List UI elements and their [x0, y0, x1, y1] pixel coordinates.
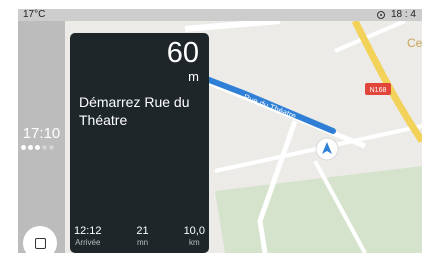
distance-stat: 10,0 km [184, 225, 205, 247]
temperature-readout: 17°C [23, 9, 46, 20]
stat-label: mn [136, 238, 149, 247]
page-dot [28, 145, 33, 150]
page-dot [21, 145, 26, 150]
page-dot [49, 145, 54, 150]
stat-value: 10,0 [183, 225, 205, 237]
stat-value: 21 [136, 225, 149, 237]
trip-stats: 12:12 Arrivée 21 mn 10,0 km [74, 225, 205, 247]
carplay-screen: 17°C 18 : 4 17:10 Rue du Théatre N168 Ce… [18, 9, 422, 253]
navigation-card[interactable]: 60 m Démarrez Rue du Théatre 12:12 Arriv… [70, 33, 209, 253]
duration-stat: 21 mn [136, 225, 148, 247]
sidebar-time: 17:10 [22, 125, 61, 142]
home-button[interactable] [23, 226, 57, 253]
status-right: 18 : 4 [376, 9, 416, 21]
home-square-icon [34, 237, 46, 249]
turn-instruction: Démarrez Rue du Théatre [79, 94, 190, 128]
page-indicator [21, 145, 54, 150]
stat-label: Arrivée [75, 238, 101, 247]
status-bar: 17°C 18 : 4 [18, 9, 422, 21]
status-clock: 18 : 4 [390, 9, 416, 20]
page-dot [35, 145, 40, 150]
gps-icon [376, 11, 385, 19]
distance-unit: m [188, 69, 199, 84]
road-badge-label: N168 [370, 87, 387, 94]
distance-value: 60 [166, 37, 199, 69]
stat-value: 12:12 [74, 225, 102, 237]
sidebar: 17:10 [18, 21, 65, 253]
place-label: Ce [407, 36, 422, 50]
arrival-stat: 12:12 Arrivée [74, 225, 102, 247]
page-dot [42, 145, 47, 150]
stat-label: km [188, 238, 200, 247]
